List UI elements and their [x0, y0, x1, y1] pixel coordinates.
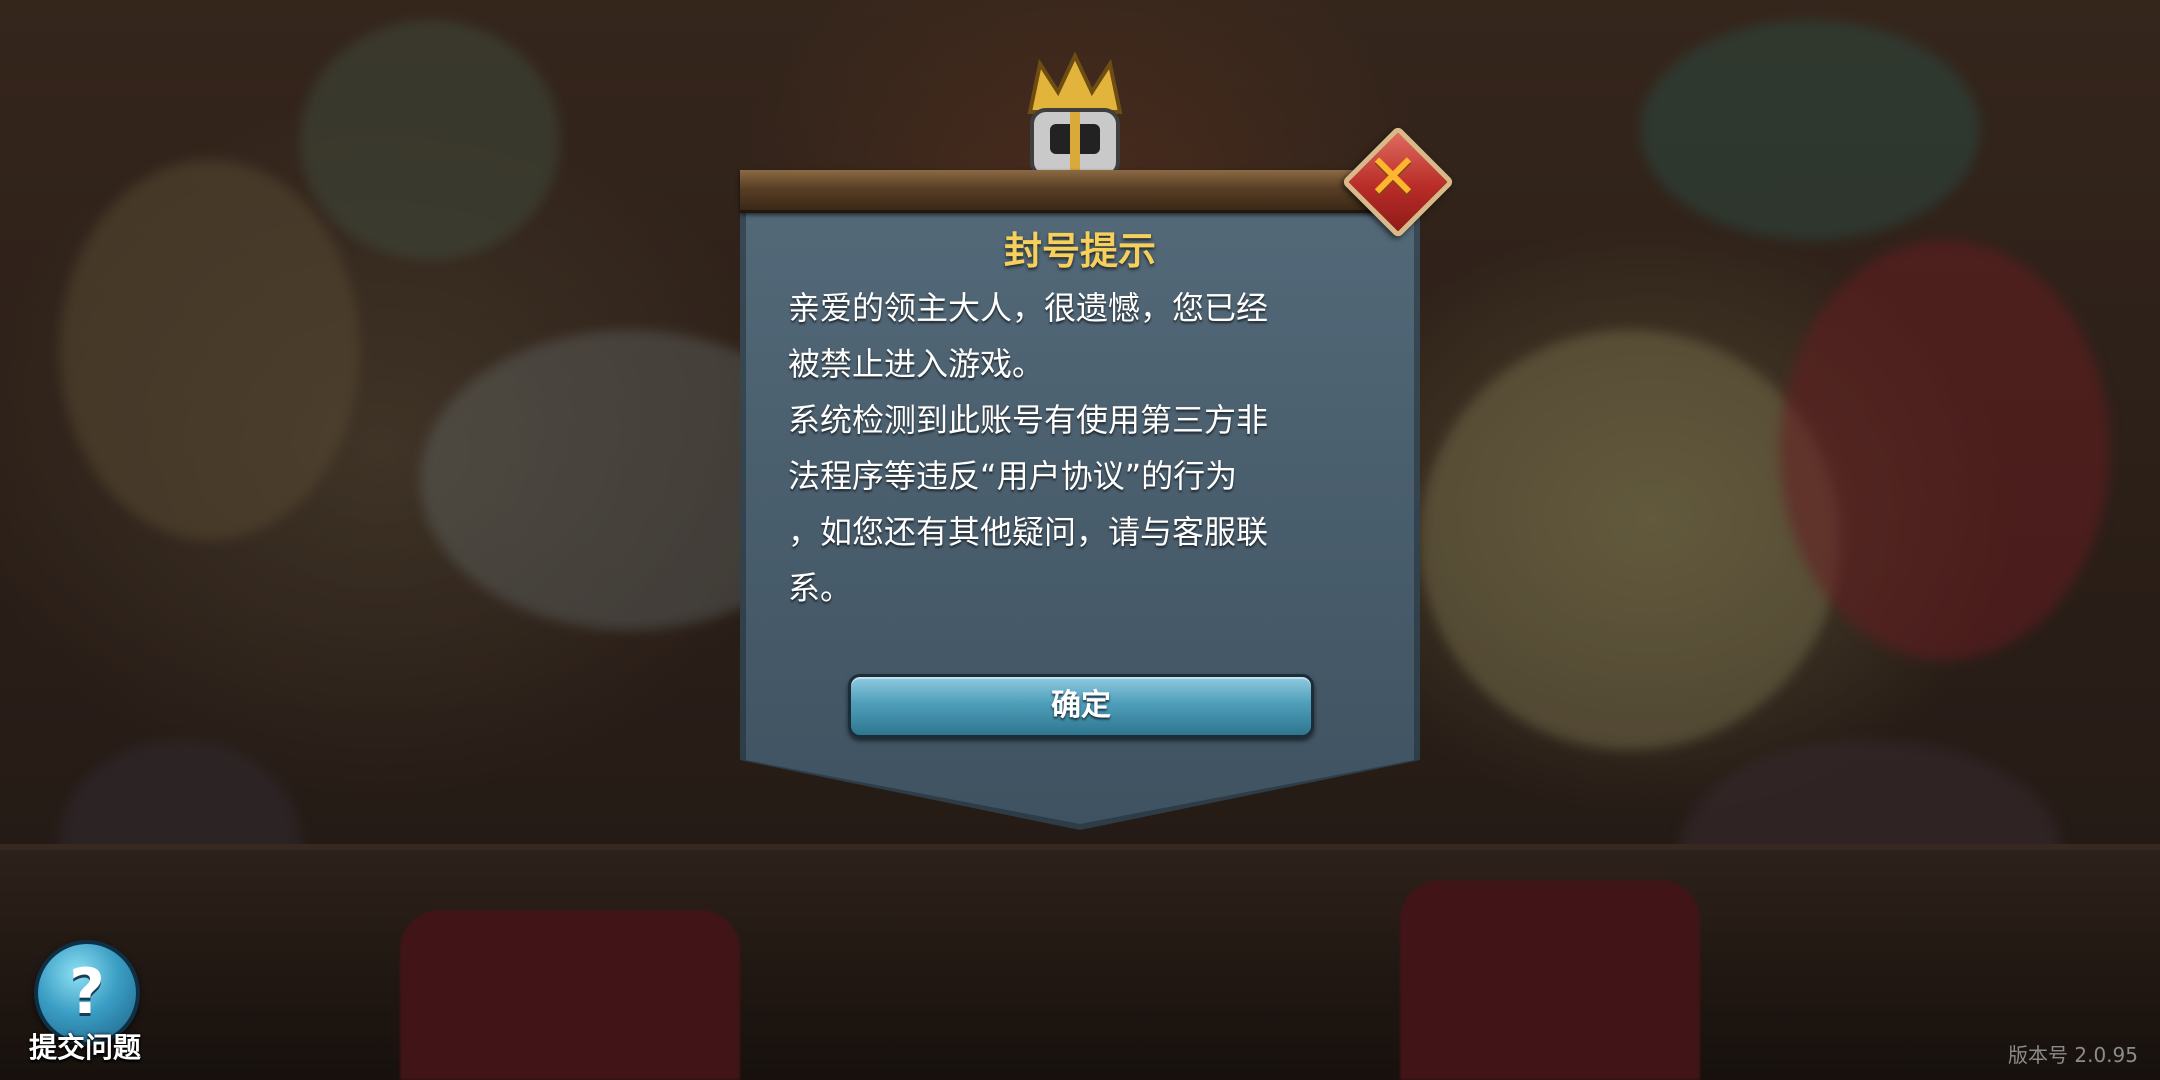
crown-helmet-icon [1027, 52, 1123, 178]
close-icon: ✕ [1367, 140, 1419, 213]
submit-question-button[interactable]: ? 提交问题 [22, 940, 152, 1066]
submit-question-label: 提交问题 [28, 1031, 141, 1064]
dialog-message: 亲爱的领主大人，很遗憾，您已经 被禁止进入游戏。 系统检测到此账号有使用第三方非… [788, 289, 1269, 607]
close-button[interactable]: ✕ [1338, 122, 1455, 239]
ban-notice-dialog: 封号提示 亲爱的领主大人，很遗憾，您已经 被禁止进入游戏。 系统检测到此账号有使… [740, 170, 1420, 830]
dialog-title: 封号提示 [1003, 229, 1156, 273]
version-label: 版本号 2.0.95 [2008, 1043, 2138, 1067]
confirm-button[interactable]: 确定 [848, 674, 1314, 738]
dialog-top-bar [740, 170, 1420, 213]
